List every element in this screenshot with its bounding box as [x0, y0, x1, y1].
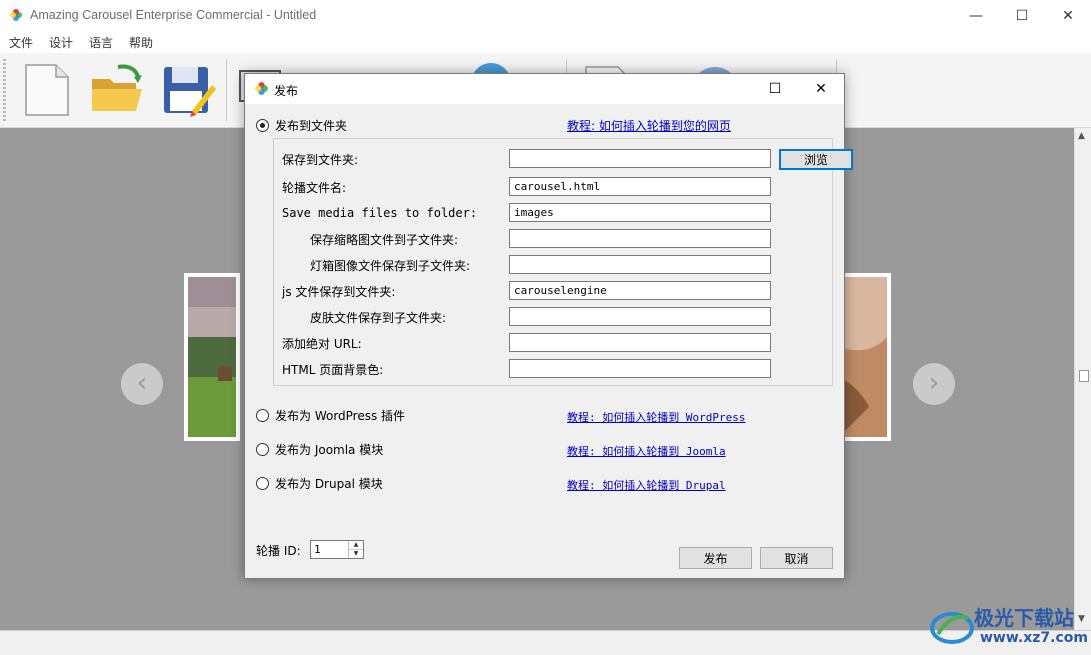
js-folder-label: js 文件保存到文件夹: [282, 285, 396, 299]
app-logo-icon [10, 9, 22, 21]
carousel-prev-button[interactable]: ‹ [121, 363, 163, 405]
cancel-button[interactable]: 取消 [760, 547, 833, 569]
minimize-button[interactable]: — [953, 0, 999, 31]
watermark-url: www.xz7.com [980, 630, 1088, 646]
save-folder-input[interactable] [509, 149, 771, 168]
maximize-icon: ☐ [768, 81, 782, 97]
watermark-brand: 极光下载站 [974, 606, 1074, 630]
chevron-right-icon: › [928, 368, 940, 398]
skin-folder-label: 皮肤文件保存到子文件夹: [310, 311, 447, 325]
dialog-maximize-button[interactable]: ☐ [752, 74, 798, 104]
publish-drupal-label: 发布为 Drupal 模块 [275, 477, 383, 491]
maximize-button[interactable]: ☐ [999, 0, 1045, 31]
maximize-icon: ☐ [1015, 7, 1029, 24]
chevron-left-icon: ‹ [136, 368, 148, 398]
radio-icon[interactable] [256, 477, 269, 490]
toolbar-separator [226, 59, 227, 121]
stepper-buttons: ▲ ▼ [348, 541, 363, 558]
watermark: 极光下载站 www.xz7.com [930, 602, 1090, 650]
carousel-file-label: 轮播文件名: [282, 181, 347, 195]
carousel-id-value[interactable]: 1 [314, 543, 321, 556]
menu-language[interactable]: 语言 [89, 34, 113, 51]
vertical-scrollbar[interactable]: ▲ ▼ [1074, 128, 1091, 630]
toolbar-grip[interactable] [3, 59, 6, 121]
publish-button[interactable]: 发布 [679, 547, 752, 569]
tutorial-folder-link[interactable]: 教程: 如何插入轮播到您的网页 [567, 117, 731, 134]
chevron-up-icon[interactable]: ▲ [349, 541, 363, 550]
app-titlebar: Amazing Carousel Enterprise Commercial -… [0, 0, 1091, 31]
dialog-titlebar[interactable]: 发布 ☐ ✕ [245, 74, 844, 104]
dialog-title: 发布 [274, 84, 299, 98]
carousel-file-input[interactable]: carousel.html [509, 177, 771, 196]
publish-joomla-option[interactable]: 发布为 Joomla 模块 [256, 441, 383, 458]
window-title: Amazing Carousel Enterprise Commercial -… [30, 8, 317, 22]
menu-file[interactable]: 文件 [9, 34, 33, 51]
publish-joomla-label: 发布为 Joomla 模块 [275, 443, 384, 457]
bg-color-input[interactable] [509, 359, 771, 378]
publish-drupal-option[interactable]: 发布为 Drupal 模块 [256, 475, 383, 492]
publish-to-folder-option[interactable]: 发布到文件夹 [256, 117, 347, 134]
thumbs-folder-input[interactable] [509, 229, 771, 248]
scroll-thumb[interactable] [1079, 370, 1089, 382]
dialog-logo-icon [255, 82, 268, 95]
menu-design[interactable]: 设计 [49, 34, 73, 51]
close-window-button[interactable]: ✕ [1045, 0, 1091, 31]
watermark-logo-icon [930, 612, 974, 644]
radio-icon[interactable] [256, 409, 269, 422]
js-folder-input[interactable]: carouselengine [509, 281, 771, 300]
tutorial-wordpress-link[interactable]: 教程: 如何插入轮播到 WordPress [567, 409, 745, 425]
publish-wordpress-option[interactable]: 发布为 WordPress 插件 [256, 407, 405, 424]
save-icon[interactable] [158, 61, 216, 119]
publish-to-folder-label: 发布到文件夹 [275, 119, 348, 133]
dialog-close-button[interactable]: ✕ [798, 74, 844, 104]
browse-button[interactable]: 浏览 [779, 149, 853, 170]
folder-settings-group: 保存到文件夹: 浏览 轮播文件名: carousel.html Save med… [273, 138, 853, 386]
open-folder-icon[interactable] [88, 61, 146, 119]
scroll-up-icon[interactable]: ▲ [1078, 131, 1085, 141]
landscape-image [188, 277, 236, 437]
carousel-id-label: 轮播 ID: [256, 544, 301, 558]
dialog-body: 发布到文件夹 教程: 如何插入轮播到您的网页 保存到文件夹: 浏览 轮播文件名:… [245, 104, 853, 578]
portrait-image [839, 277, 887, 437]
menu-bar: 文件 设计 语言 帮助 [0, 31, 1091, 53]
publish-wordpress-label: 发布为 WordPress 插件 [275, 409, 406, 423]
lightbox-folder-input[interactable] [509, 255, 771, 274]
absolute-url-input[interactable] [509, 333, 771, 352]
close-icon: ✕ [815, 81, 827, 97]
tutorial-joomla-link[interactable]: 教程: 如何插入轮播到 Joomla [567, 443, 726, 459]
carousel-next-button[interactable]: › [913, 363, 955, 405]
menu-help[interactable]: 帮助 [129, 34, 153, 51]
lightbox-folder-label: 灯箱图像文件保存到子文件夹: [310, 259, 471, 273]
new-file-icon[interactable] [18, 61, 76, 119]
status-bar [0, 630, 1091, 655]
close-icon: ✕ [1062, 7, 1074, 24]
carousel-slide-left[interactable] [184, 273, 240, 441]
chevron-down-icon[interactable]: ▼ [349, 550, 363, 558]
radio-icon[interactable] [256, 443, 269, 456]
thumbs-folder-label: 保存缩略图文件到子文件夹: [310, 233, 459, 247]
media-folder-label: Save media files to folder: [282, 206, 478, 220]
save-folder-label: 保存到文件夹: [282, 153, 359, 167]
absolute-url-label: 添加绝对 URL: [282, 337, 362, 351]
carousel-id-stepper[interactable]: 1 ▲ ▼ [310, 540, 364, 559]
minimize-icon: — [969, 7, 983, 24]
radio-icon[interactable] [256, 119, 269, 132]
publish-dialog: 发布 ☐ ✕ 发布到文件夹 教程: 如何插入轮播到您的网页 保存到文件夹: 浏览… [244, 73, 853, 579]
tutorial-drupal-link[interactable]: 教程: 如何插入轮播到 Drupal [567, 477, 726, 493]
skin-folder-input[interactable] [509, 307, 771, 326]
media-folder-input[interactable]: images [509, 203, 771, 222]
bg-color-label: HTML 页面背景色: [282, 363, 384, 377]
